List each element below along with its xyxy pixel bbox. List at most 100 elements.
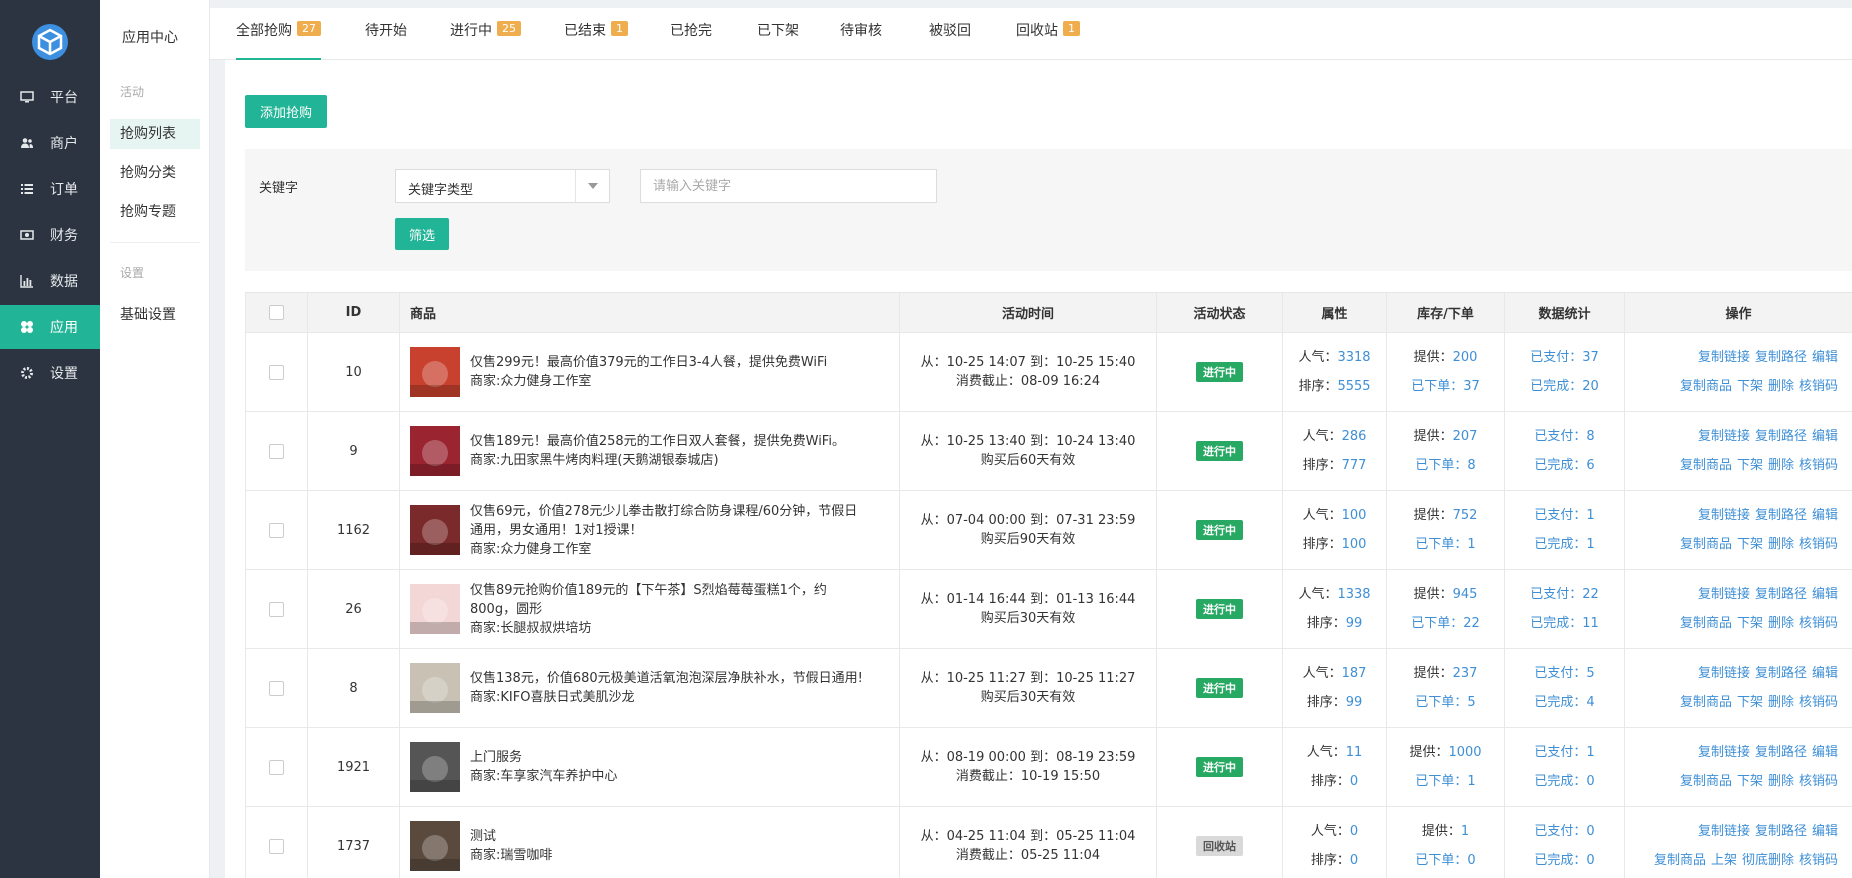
stat-value[interactable]: 207 — [1453, 429, 1478, 444]
stat-value[interactable]: 0 — [1586, 824, 1594, 839]
action-link[interactable]: 编辑 — [1812, 822, 1838, 841]
stat-value[interactable]: 11 — [1346, 745, 1363, 760]
stat-value[interactable]: 752 — [1453, 508, 1478, 523]
action-link[interactable]: 复制路径 — [1755, 743, 1807, 762]
action-link[interactable]: 复制链接 — [1698, 664, 1750, 683]
action-link[interactable]: 删除 — [1768, 772, 1794, 791]
stat-value[interactable]: 286 — [1342, 429, 1367, 444]
tab-2[interactable]: 进行中 25 — [450, 20, 521, 60]
tab-7[interactable]: 被驳回 — [929, 20, 971, 60]
sidebar-item-money[interactable]: 财务 — [0, 213, 100, 257]
tab-4[interactable]: 已抢完 — [670, 20, 712, 60]
subnav-item-basic-settings[interactable]: 基础设置 — [110, 300, 200, 330]
action-link[interactable]: 核销码 — [1799, 614, 1838, 633]
action-link[interactable]: 编辑 — [1812, 743, 1838, 762]
action-link[interactable]: 下架 — [1737, 535, 1763, 554]
tab-6[interactable]: 待审核 — [840, 20, 882, 60]
action-link[interactable]: 编辑 — [1812, 427, 1838, 446]
action-link[interactable]: 复制路径 — [1755, 585, 1807, 604]
row-checkbox[interactable] — [269, 759, 284, 775]
stat-value[interactable]: 22 — [1582, 587, 1599, 602]
action-link[interactable]: 下架 — [1737, 456, 1763, 475]
stat-value[interactable]: 99 — [1346, 616, 1363, 631]
action-link[interactable]: 复制商品 — [1680, 456, 1732, 475]
stat-value[interactable]: 1 — [1467, 774, 1475, 789]
sidebar-item-list[interactable]: 订单 — [0, 167, 100, 211]
stat-value[interactable]: 1 — [1586, 537, 1594, 552]
action-link[interactable]: 复制路径 — [1755, 348, 1807, 367]
action-link[interactable]: 删除 — [1768, 693, 1794, 712]
stat-value[interactable]: 8 — [1467, 458, 1475, 473]
stat-value[interactable]: 100 — [1342, 537, 1367, 552]
sidebar-item-users[interactable]: 商户 — [0, 121, 100, 165]
product-title[interactable]: 上门服务 — [470, 748, 870, 767]
tab-5[interactable]: 已下架 — [757, 20, 799, 60]
row-checkbox[interactable] — [269, 838, 284, 854]
stat-value[interactable]: 1 — [1461, 824, 1469, 839]
stat-value[interactable]: 37 — [1582, 350, 1599, 365]
stat-value[interactable]: 5555 — [1337, 379, 1370, 394]
tab-0[interactable]: 全部抢购 27 — [236, 20, 321, 60]
app-logo-icon[interactable] — [30, 22, 70, 62]
product-title[interactable]: 测试 — [470, 827, 870, 846]
action-link[interactable]: 核销码 — [1799, 535, 1838, 554]
action-link[interactable]: 核销码 — [1799, 851, 1838, 870]
action-link[interactable]: 复制路径 — [1755, 506, 1807, 525]
sidebar-item-bar-chart[interactable]: 数据 — [0, 259, 100, 303]
stat-value[interactable]: 20 — [1582, 379, 1599, 394]
action-link[interactable]: 复制路径 — [1755, 427, 1807, 446]
action-link[interactable]: 彻底删除 — [1742, 851, 1794, 870]
stat-value[interactable]: 3318 — [1337, 350, 1370, 365]
action-link[interactable]: 复制商品 — [1680, 377, 1732, 396]
subnav-item-flash-sale-list[interactable]: 抢购列表 — [110, 119, 200, 149]
action-link[interactable]: 复制路径 — [1755, 664, 1807, 683]
stat-value[interactable]: 200 — [1453, 350, 1478, 365]
stat-value[interactable]: 5 — [1586, 666, 1594, 681]
row-checkbox[interactable] — [269, 443, 284, 459]
action-link[interactable]: 上架 — [1711, 851, 1737, 870]
action-link[interactable]: 下架 — [1737, 377, 1763, 396]
subnav-item-flash-sale-category[interactable]: 抢购分类 — [110, 158, 200, 188]
keyword-type-select[interactable]: 关键字类型 — [395, 169, 610, 203]
add-flash-sale-button[interactable]: 添加抢购 — [245, 95, 327, 128]
stat-value[interactable]: 5 — [1467, 695, 1475, 710]
filter-submit-button[interactable]: 筛选 — [395, 218, 449, 250]
product-title[interactable]: 仅售299元！最高价值379元的工作日3-4人餐，提供免费WiFi — [470, 353, 870, 372]
action-link[interactable]: 编辑 — [1812, 664, 1838, 683]
tab-3[interactable]: 已结束 1 — [564, 20, 628, 60]
stat-value[interactable]: 0 — [1350, 774, 1358, 789]
action-link[interactable]: 下架 — [1737, 614, 1763, 633]
product-title[interactable]: 仅售138元，价值680元极美道活氧泡泡深层净肤补水，节假日通用! — [470, 669, 870, 688]
stat-value[interactable]: 37 — [1463, 379, 1480, 394]
action-link[interactable]: 编辑 — [1812, 506, 1838, 525]
row-checkbox[interactable] — [269, 601, 284, 617]
stat-value[interactable]: 22 — [1463, 616, 1480, 631]
stat-value[interactable]: 1 — [1586, 508, 1594, 523]
chevron-down-icon[interactable] — [575, 170, 609, 202]
product-title[interactable]: 仅售189元！最高价值258元的工作日双人套餐，提供免费WiFi。 — [470, 432, 870, 451]
stat-value[interactable]: 1000 — [1448, 745, 1481, 760]
stat-value[interactable]: 1 — [1467, 537, 1475, 552]
action-link[interactable]: 复制链接 — [1698, 506, 1750, 525]
keyword-input[interactable] — [640, 169, 937, 203]
action-link[interactable]: 编辑 — [1812, 348, 1838, 367]
action-link[interactable]: 复制商品 — [1680, 772, 1732, 791]
action-link[interactable]: 复制路径 — [1755, 822, 1807, 841]
action-link[interactable]: 复制链接 — [1698, 822, 1750, 841]
action-link[interactable]: 复制商品 — [1680, 535, 1732, 554]
stat-value[interactable]: 11 — [1582, 616, 1599, 631]
stat-value[interactable]: 0 — [1467, 853, 1475, 868]
action-link[interactable]: 核销码 — [1799, 456, 1838, 475]
row-checkbox[interactable] — [269, 680, 284, 696]
action-link[interactable]: 复制链接 — [1698, 427, 1750, 446]
stat-value[interactable]: 0 — [1350, 853, 1358, 868]
action-link[interactable]: 复制链接 — [1698, 743, 1750, 762]
stat-value[interactable]: 945 — [1453, 587, 1478, 602]
select-all-checkbox[interactable] — [269, 305, 284, 320]
stat-value[interactable]: 237 — [1453, 666, 1478, 681]
stat-value[interactable]: 4 — [1586, 695, 1594, 710]
sidebar-item-apps[interactable]: 应用 — [0, 305, 100, 349]
action-link[interactable]: 复制链接 — [1698, 585, 1750, 604]
row-checkbox[interactable] — [269, 364, 284, 380]
action-link[interactable]: 核销码 — [1799, 377, 1838, 396]
